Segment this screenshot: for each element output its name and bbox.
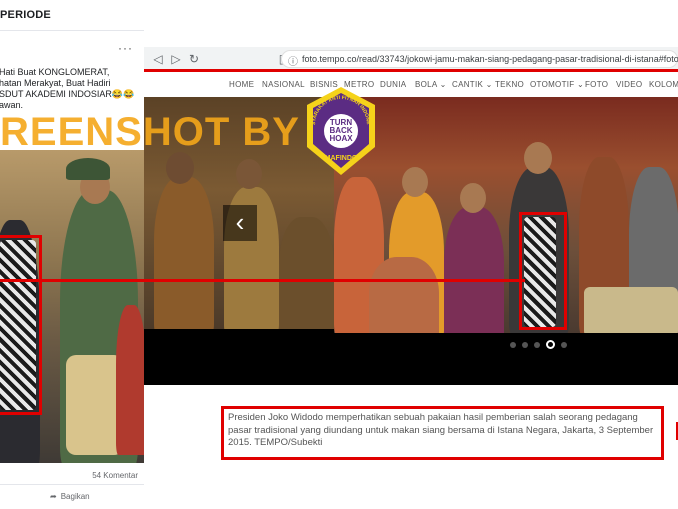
post-text-line: hatan Merakyat, Buat Hadiri	[0, 78, 111, 88]
photo-person	[369, 257, 439, 333]
nav-item-foto[interactable]: FOTO	[585, 80, 608, 89]
annotation-box-right	[519, 212, 567, 330]
photo-person-head	[402, 167, 428, 197]
site-nav-menu: HOME NASIONAL BISNIS METRO DUNIA BOLA ⌄ …	[144, 75, 678, 95]
photo-person-head	[166, 152, 194, 184]
slider-dot[interactable]	[534, 341, 540, 348]
nav-item-home[interactable]: HOME	[229, 80, 254, 89]
nav-item-otomotif[interactable]: OTOMOTIF ⌄	[530, 80, 584, 89]
slide-photo-current	[334, 97, 678, 333]
badge-bottom-text: MAFINDO	[325, 155, 358, 162]
photo-person-head	[236, 159, 262, 189]
photo-caption: Presiden Joko Widodo memperhatikan sebua…	[228, 412, 654, 448]
url-text[interactable]: foto.tempo.co/read/33743/jokowi-jamu-mak…	[302, 54, 678, 64]
slider-prev-button[interactable]: ‹	[223, 205, 257, 241]
post-text-line: SDUT AKADEMI INDOSIAR😂😂	[0, 89, 135, 99]
table	[584, 287, 678, 333]
nav-item-kolom[interactable]: KOLOM	[649, 80, 678, 89]
photo-person	[116, 305, 144, 455]
divider	[0, 484, 144, 485]
share-label: Bagikan	[60, 492, 90, 501]
forward-icon[interactable]: ▷	[168, 51, 184, 67]
photo-caption-highlight: Presiden Joko Widodo memperhatikan sebua…	[221, 406, 664, 460]
reload-icon[interactable]: ↻	[186, 51, 202, 67]
nav-item-tekno[interactable]: TEKNO	[495, 80, 524, 89]
info-icon[interactable]: ⓘ	[288, 53, 298, 68]
slider-pagination	[510, 340, 567, 349]
share-icon: ➦	[50, 492, 57, 501]
comment-count[interactable]: 54 Komentar	[92, 471, 138, 480]
photo-person	[279, 217, 334, 329]
divider	[0, 30, 144, 31]
annotation-connector-line	[0, 279, 525, 282]
more-options-icon[interactable]: ···	[118, 41, 133, 55]
nav-item-dunia[interactable]: DUNIA	[380, 80, 406, 89]
badge-text: HOAX	[329, 134, 353, 143]
photo-person	[444, 207, 504, 333]
post-text-line: Hati Buat KONGLOMERAT,	[0, 67, 110, 77]
slider-dot[interactable]	[522, 341, 528, 348]
nav-item-video[interactable]: VIDEO	[616, 80, 642, 89]
photo-person	[66, 158, 110, 180]
post-text: Hati Buat KONGLOMERAT, hatan Merakyat, B…	[0, 67, 143, 111]
nav-item-bola[interactable]: BOLA ⌄	[415, 80, 447, 89]
slider-dot[interactable]	[510, 341, 516, 348]
photo-person	[154, 177, 214, 329]
photo-person-head	[460, 183, 486, 213]
annotation-box-left	[0, 235, 42, 415]
photo-person-head	[524, 142, 552, 174]
share-button[interactable]: ➦ Bagikan	[50, 492, 90, 501]
slider-dot[interactable]	[561, 341, 567, 348]
screenshot-watermark: REENSHOT BY	[0, 110, 300, 154]
post-group-title[interactable]: PERIODE	[0, 9, 51, 21]
slider-dot-active[interactable]	[546, 340, 555, 349]
turnbackhoax-badge-icon: MASYARAKAT ANTI FITNAH INDONESIA TURN BA…	[303, 85, 375, 175]
address-bar[interactable]: ⓘ foto.tempo.co/read/33743/jokowi-jamu-m…	[281, 50, 678, 68]
annotation-underline	[144, 69, 678, 72]
nav-item-nasional[interactable]: NASIONAL	[262, 80, 305, 89]
back-icon[interactable]: ◁	[150, 51, 166, 67]
nav-item-cantik[interactable]: CANTIK ⌄	[452, 80, 493, 89]
browser-toolbar: ◁ ▷ ↻ ▯ ⓘ foto.tempo.co/read/33743/jokow…	[144, 47, 678, 71]
